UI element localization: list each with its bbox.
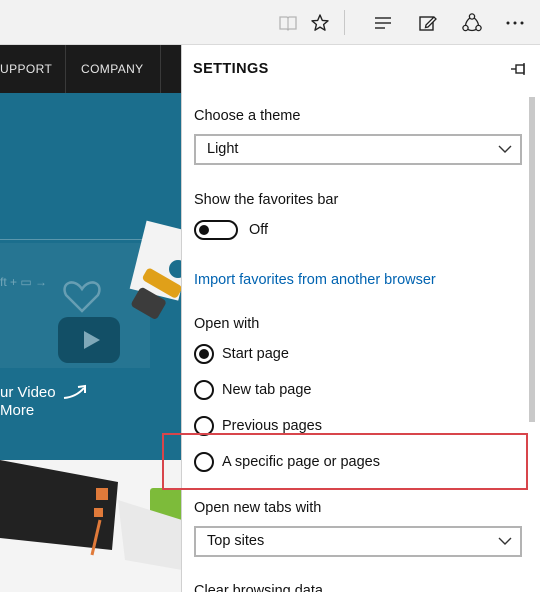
hero-banner: ft + ▭ → ur Video More [0,93,182,460]
more-icon[interactable] [500,8,530,38]
chevron-down-icon [498,145,512,153]
browser-toolbar [0,0,540,45]
web-note-icon[interactable] [413,8,443,38]
radio-new-tab-page[interactable] [194,380,214,400]
theme-select[interactable]: Light [194,134,522,165]
reading-view-icon[interactable] [273,8,303,38]
settings-scrollbar-thumb[interactable] [529,97,535,422]
radio-start-page-label[interactable]: Start page [222,346,289,362]
radio-selected-dot [199,349,209,359]
new-tabs-select[interactable]: Top sites [194,526,522,557]
pin-icon[interactable] [510,61,528,77]
product-screenshot-illustration [0,460,182,570]
nav-divider [65,45,66,93]
site-nav-bar: UPPORT COMPANY [0,45,182,93]
toolbar-separator [344,10,345,35]
import-favorites-link[interactable]: Import favorites from another browser [194,272,436,288]
theme-select-value: Light [207,141,239,157]
chevron-down-icon [498,537,512,545]
highlight-annotation-box [162,433,528,490]
favorites-bar-label: Show the favorites bar [194,192,339,208]
radio-start-page[interactable] [194,344,214,364]
hero-more-link[interactable]: More [0,402,34,420]
favorites-bar-state: Off [249,222,269,238]
curved-arrow-icon [63,384,86,399]
radio-previous-pages-label[interactable]: Previous pages [222,418,322,434]
nav-support-link[interactable]: UPPORT [0,45,52,93]
radio-new-tab-page-label[interactable]: New tab page [222,382,311,398]
theme-label: Choose a theme [194,108,301,124]
nav-company-link[interactable]: COMPANY [81,45,144,93]
new-tabs-select-value: Top sites [207,533,265,549]
favorites-bar-toggle[interactable] [194,220,238,240]
open-with-label: Open with [194,316,260,332]
toggle-knob [199,225,209,235]
settings-title: SETTINGS [193,61,269,77]
nav-divider [160,45,161,93]
product-thumbnail-area [0,460,182,592]
hero-illustration-text: ft + ▭ → [0,275,48,289]
share-icon[interactable] [457,8,487,38]
hero-video-title[interactable]: ur Video [0,384,56,402]
clear-browsing-data-heading: Clear browsing data [194,583,323,592]
settings-panel: SETTINGS Choose a theme Light Show the f… [181,45,540,592]
new-tabs-label: Open new tabs with [194,500,322,516]
hub-icon[interactable] [368,8,398,38]
web-page-content: UPPORT COMPANY ft + ▭ → ur Video More [0,45,182,592]
favorite-star-icon[interactable] [305,8,335,38]
